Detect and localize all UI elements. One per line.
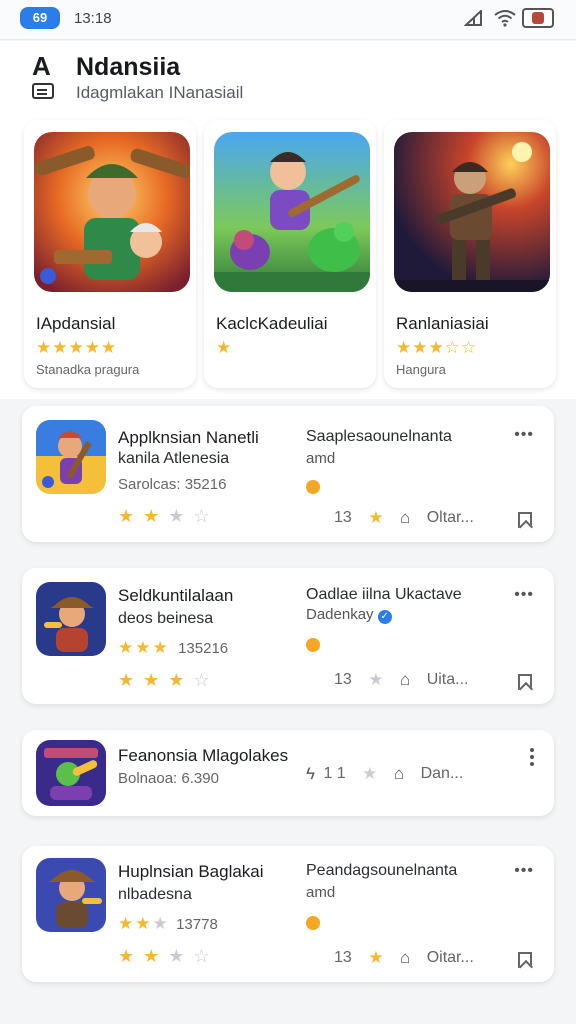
action-label[interactable]: Oitar... <box>427 949 474 967</box>
item-right-sub: Dadenkay ✓ <box>306 606 392 624</box>
page-title: Ndansiia <box>76 53 181 81</box>
rating-stars: ★★★☆ <box>118 506 219 526</box>
item-subtitle: kanila Atlenesia <box>118 450 230 467</box>
item-title: Feanonsia Mlagolakes <box>118 746 289 765</box>
featured-meta: Hangura <box>396 362 446 377</box>
status-bar: 69 13:18 <box>0 0 576 40</box>
bookmark-icon[interactable] <box>518 952 532 968</box>
item-title: Huplnsian Baglakai <box>118 862 264 881</box>
status-dot <box>306 638 320 652</box>
more-options-button[interactable]: ••• <box>514 426 534 444</box>
status-dot <box>306 480 320 494</box>
rating-stars: ★ <box>216 338 233 357</box>
star-icon[interactable]: ★ <box>368 670 383 690</box>
home-icon[interactable]: ⌂ <box>400 670 410 690</box>
reply-count: 13 <box>334 949 352 966</box>
item-right-title: Peandagsounelnanta <box>306 862 458 879</box>
featured-card-1[interactable]: IApdansial ★★★★★ Stanadka pragura <box>24 120 196 388</box>
reply-count: 13 <box>334 671 352 688</box>
item-meta: ★★★ 135216 <box>118 638 229 657</box>
page-subtitle: Idagmlakan INanasiail <box>76 83 244 102</box>
featured-name: Ranlaniasiai <box>396 314 489 333</box>
game-icon <box>36 582 106 656</box>
action-label[interactable]: Dan... <box>421 765 464 783</box>
item-subtitle: deos beinesa <box>118 610 214 627</box>
rating-stars: ★★★☆ <box>118 946 219 966</box>
list-icon <box>32 83 54 99</box>
featured-card-2[interactable]: KaclcKadeuliai ★ <box>204 120 376 388</box>
game-artwork <box>34 132 190 292</box>
home-icon[interactable]: ⌂ <box>394 764 404 784</box>
featured-name: IApdansial <box>36 314 116 333</box>
more-options-button[interactable]: ••• <box>514 862 534 880</box>
home-icon[interactable]: ⌂ <box>400 948 410 968</box>
more-options-button[interactable]: ••• <box>514 586 534 604</box>
item-right-sub: amd <box>306 884 336 901</box>
star-icon[interactable]: ★ <box>368 508 383 528</box>
star-icon[interactable]: ★ <box>368 948 383 968</box>
signal-icon <box>464 10 482 26</box>
star-icon[interactable]: ★ <box>362 764 377 784</box>
item-subtitle: nlbadesna <box>118 886 192 903</box>
item-meta: ★★★ 13778 <box>118 914 218 933</box>
game-icon <box>36 420 106 494</box>
battery-icon <box>522 8 554 28</box>
item-actions: 13 ★ ⌂ Oitar... <box>334 948 486 968</box>
bolt-icon: ϟ <box>306 764 315 783</box>
action-label[interactable]: Uita... <box>427 671 469 689</box>
item-right-title: Oadlae iilna Ukactave <box>306 586 462 603</box>
item-meta: Bolnaoa: 6.390 <box>118 770 219 787</box>
home-icon[interactable]: ⌂ <box>400 508 410 528</box>
game-icon <box>36 740 106 806</box>
item-actions: 13 ★ ⌂ Oltar... <box>334 508 486 528</box>
item-meta: Sarolcas: 35216 <box>118 476 227 493</box>
featured-card-3[interactable]: Ranlaniasiai ★★★☆☆ Hangura <box>384 120 556 388</box>
wifi-icon <box>494 10 516 27</box>
reply-count: 13 <box>334 509 352 526</box>
status-pill: 69 <box>20 7 60 29</box>
list-item[interactable]: Feanonsia Mlagolakes Bolnaoa: 6.390 ϟ 1 … <box>22 730 554 816</box>
item-right-sub: amd <box>306 450 336 467</box>
game-artwork <box>394 132 550 292</box>
app-logo: A <box>32 51 51 81</box>
reply-count: 1 1 <box>323 765 346 782</box>
item-actions: ϟ 1 1 ★ ⌂ Dan... <box>306 764 475 784</box>
game-artwork <box>214 132 370 292</box>
item-actions: 13 ★ ⌂ Uita... <box>334 670 480 690</box>
item-title: Applknsian Nanetli <box>118 428 259 447</box>
bookmark-icon[interactable] <box>518 512 532 528</box>
rating-stars: ★★★★★ <box>36 338 118 357</box>
verified-icon: ✓ <box>377 610 392 624</box>
list-item[interactable]: Applknsian Nanetli kanila Atlenesia Saro… <box>22 406 554 542</box>
featured-meta: Stanadka pragura <box>36 362 140 377</box>
more-options-button[interactable] <box>530 748 534 766</box>
rating-stars: ★★★☆☆ <box>396 338 478 357</box>
list-item[interactable]: Seldkuntilalaan deos beinesa ★★★ 135216 … <box>22 568 554 704</box>
featured-name: KaclcKadeuliai <box>216 314 328 333</box>
list-item[interactable]: Huplnsian Baglakai nlbadesna ★★★ 13778 ★… <box>22 846 554 982</box>
status-time: 13:18 <box>74 10 112 27</box>
app-header: A Ndansiia Idagmlakan INanasiail <box>0 41 576 119</box>
item-title: Seldkuntilalaan <box>118 586 234 605</box>
game-icon <box>36 858 106 932</box>
item-right-title: Saaplesaounelnanta <box>306 428 452 445</box>
action-label[interactable]: Oltar... <box>427 509 474 527</box>
status-dot <box>306 916 320 930</box>
bookmark-icon[interactable] <box>518 674 532 690</box>
rating-stars: ★★★☆ <box>118 670 219 690</box>
